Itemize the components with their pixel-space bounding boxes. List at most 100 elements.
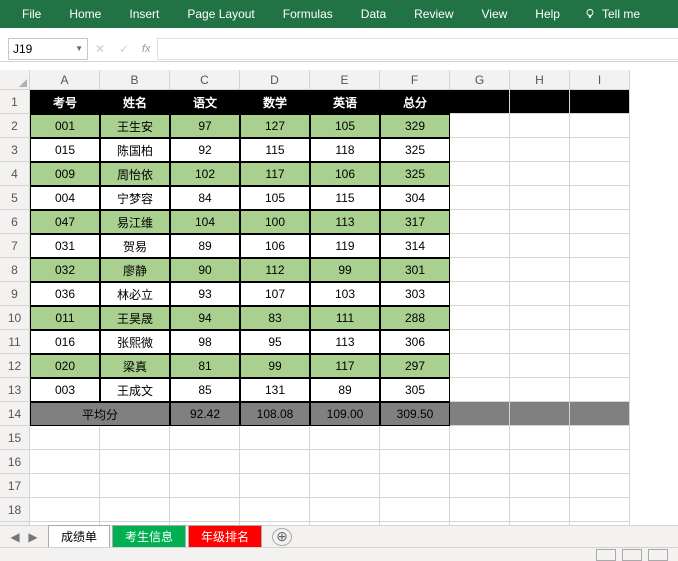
row-header-14[interactable]: 14: [0, 402, 30, 426]
table-cell[interactable]: 张熙微: [100, 330, 170, 354]
tell-me-search[interactable]: Tell me: [584, 7, 640, 21]
row-header-2[interactable]: 2: [0, 114, 30, 138]
sheet-nav-prev[interactable]: ◀: [8, 530, 22, 544]
ribbon-tab-file[interactable]: File: [8, 0, 55, 28]
cell[interactable]: [570, 162, 630, 186]
table-cell[interactable]: 115: [310, 186, 380, 210]
table-cell[interactable]: 317: [380, 210, 450, 234]
cell[interactable]: [570, 282, 630, 306]
table-cell[interactable]: 329: [380, 114, 450, 138]
cell[interactable]: [570, 450, 630, 474]
cell[interactable]: [310, 450, 380, 474]
cell[interactable]: [510, 354, 570, 378]
cell[interactable]: [310, 474, 380, 498]
table-cell[interactable]: 131: [240, 378, 310, 402]
table-header-cell[interactable]: 数学: [240, 90, 310, 114]
table-cell[interactable]: 016: [30, 330, 100, 354]
table-cell[interactable]: 011: [30, 306, 100, 330]
cell[interactable]: [380, 474, 450, 498]
table-header-cell[interactable]: 英语: [310, 90, 380, 114]
row-header-15[interactable]: 15: [0, 426, 30, 450]
cell[interactable]: [170, 474, 240, 498]
cell[interactable]: [380, 426, 450, 450]
fx-icon[interactable]: fx: [142, 43, 151, 55]
cancel-formula-button[interactable]: ✕: [88, 42, 112, 56]
table-cell[interactable]: 廖静: [100, 258, 170, 282]
cell[interactable]: [510, 426, 570, 450]
cell[interactable]: [450, 354, 510, 378]
ribbon-tab-page-layout[interactable]: Page Layout: [173, 0, 268, 28]
table-cell[interactable]: 304: [380, 186, 450, 210]
cell[interactable]: [570, 258, 630, 282]
cell[interactable]: [310, 426, 380, 450]
cell[interactable]: [450, 234, 510, 258]
cell[interactable]: [30, 426, 100, 450]
select-all-button[interactable]: [0, 70, 30, 90]
cell[interactable]: [510, 210, 570, 234]
table-header-cell[interactable]: 考号: [30, 90, 100, 114]
cell[interactable]: [510, 282, 570, 306]
cell[interactable]: [510, 90, 570, 114]
table-cell[interactable]: 020: [30, 354, 100, 378]
table-avg-cell[interactable]: 109.00: [310, 402, 380, 426]
cell[interactable]: [510, 114, 570, 138]
cell[interactable]: [510, 306, 570, 330]
table-cell[interactable]: 105: [310, 114, 380, 138]
column-header-C[interactable]: C: [170, 70, 240, 90]
table-cell[interactable]: 127: [240, 114, 310, 138]
cell[interactable]: [450, 210, 510, 234]
row-header-1[interactable]: 1: [0, 90, 30, 114]
column-header-E[interactable]: E: [310, 70, 380, 90]
row-header-17[interactable]: 17: [0, 474, 30, 498]
table-cell[interactable]: 贺易: [100, 234, 170, 258]
table-cell[interactable]: 325: [380, 162, 450, 186]
cell[interactable]: [30, 498, 100, 522]
cell[interactable]: [450, 330, 510, 354]
cell[interactable]: [100, 498, 170, 522]
cell[interactable]: [450, 498, 510, 522]
row-header-8[interactable]: 8: [0, 258, 30, 282]
table-cell[interactable]: 036: [30, 282, 100, 306]
table-cell[interactable]: 118: [310, 138, 380, 162]
cell[interactable]: [30, 450, 100, 474]
cell[interactable]: [570, 186, 630, 210]
cell[interactable]: [570, 402, 630, 426]
table-header-cell[interactable]: 总分: [380, 90, 450, 114]
column-header-A[interactable]: A: [30, 70, 100, 90]
table-avg-label[interactable]: 平均分: [30, 402, 170, 426]
row-header-4[interactable]: 4: [0, 162, 30, 186]
column-header-H[interactable]: H: [510, 70, 570, 90]
table-cell[interactable]: 115: [240, 138, 310, 162]
cell[interactable]: [570, 498, 630, 522]
cell[interactable]: [510, 138, 570, 162]
table-cell[interactable]: 94: [170, 306, 240, 330]
table-cell[interactable]: 325: [380, 138, 450, 162]
table-cell[interactable]: 王生安: [100, 114, 170, 138]
table-cell[interactable]: 111: [310, 306, 380, 330]
cell[interactable]: [170, 426, 240, 450]
table-cell[interactable]: 97: [170, 114, 240, 138]
table-cell[interactable]: 84: [170, 186, 240, 210]
row-header-13[interactable]: 13: [0, 378, 30, 402]
cell[interactable]: [450, 258, 510, 282]
cell[interactable]: [510, 234, 570, 258]
cell[interactable]: [170, 498, 240, 522]
cell[interactable]: [510, 450, 570, 474]
cell[interactable]: [510, 378, 570, 402]
add-sheet-button[interactable]: ⊕: [272, 528, 292, 546]
table-avg-cell[interactable]: 309.50: [380, 402, 450, 426]
table-cell[interactable]: 032: [30, 258, 100, 282]
table-cell[interactable]: 83: [240, 306, 310, 330]
table-header-cell[interactable]: 语文: [170, 90, 240, 114]
cell[interactable]: [450, 90, 510, 114]
ribbon-tab-formulas[interactable]: Formulas: [269, 0, 347, 28]
cell[interactable]: [570, 378, 630, 402]
table-cell[interactable]: 106: [240, 234, 310, 258]
cell[interactable]: [570, 330, 630, 354]
ribbon-tab-view[interactable]: View: [468, 0, 522, 28]
cell[interactable]: [450, 378, 510, 402]
table-cell[interactable]: 104: [170, 210, 240, 234]
table-cell[interactable]: 99: [240, 354, 310, 378]
table-cell[interactable]: 113: [310, 330, 380, 354]
table-cell[interactable]: 297: [380, 354, 450, 378]
